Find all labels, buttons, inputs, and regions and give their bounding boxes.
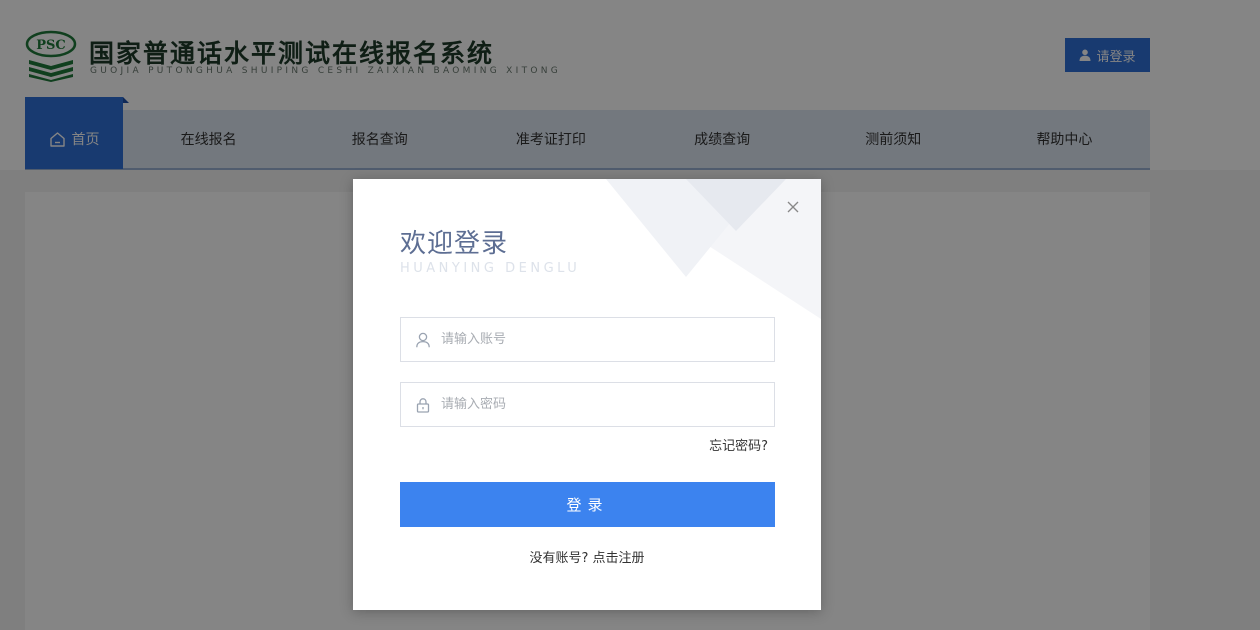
close-icon — [787, 201, 799, 213]
password-field — [400, 382, 775, 427]
lock-icon — [416, 397, 430, 413]
register-prompt: 没有账号? 点击注册 — [353, 547, 821, 566]
modal-subtitle: HUANYING DENGLU — [400, 261, 581, 276]
close-button[interactable] — [783, 197, 803, 217]
register-prefix: 没有账号? — [529, 551, 589, 566]
login-submit-button[interactable]: 登录 — [400, 482, 775, 527]
modal-title: 欢迎登录 — [400, 229, 509, 259]
forgot-password-link[interactable]: 忘记密码? — [709, 435, 768, 454]
user-icon — [416, 332, 430, 347]
register-link[interactable]: 点击注册 — [593, 551, 645, 566]
account-field — [400, 317, 775, 362]
password-input[interactable] — [441, 383, 774, 426]
login-modal: 欢迎登录 HUANYING DENGLU 忘记密码? 登录 没有账号? 点击注册 — [353, 179, 821, 610]
account-input[interactable] — [441, 318, 774, 361]
